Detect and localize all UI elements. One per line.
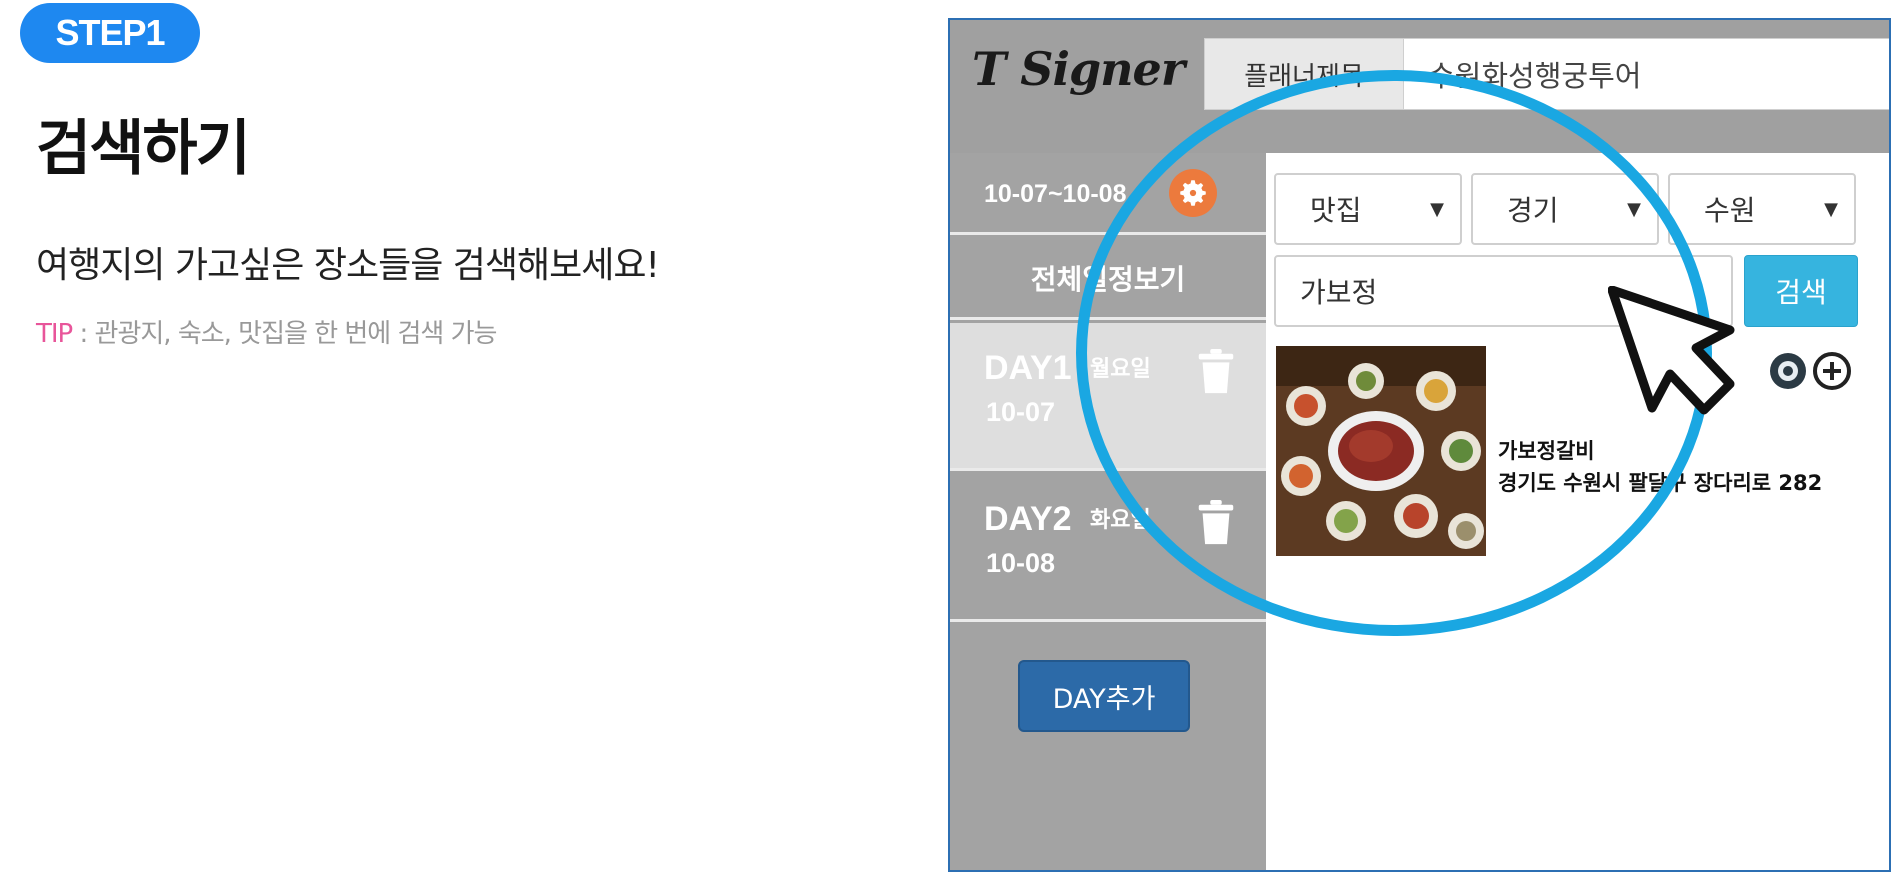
trash-icon[interactable] <box>1196 500 1236 546</box>
search-input[interactable]: 가보정 <box>1274 255 1733 327</box>
day-date: 10-07 <box>986 397 1056 427</box>
step-description: 여행지의 가고싶은 장소들을 검색해보세요! <box>36 245 660 286</box>
result-name[interactable]: 가보정갈비 <box>1498 435 1595 465</box>
tip-label: TIP <box>36 319 73 349</box>
date-range-row: 10-07~10-08 <box>950 153 1266 235</box>
step-title: 검색하기 <box>36 114 251 184</box>
planner-title-input[interactable]: 수원화성행궁투어 <box>1404 38 1889 110</box>
day-weekday: 월요일 <box>1090 357 1151 382</box>
day-name: DAY1 <box>984 349 1072 387</box>
app-window: T Signer 플래너제목 수원화성행궁투어 10-07~10-08 전체일정… <box>948 18 1891 872</box>
step-tip: TIP : 관광지, 숙소, 맛집을 한 번에 검색 가능 <box>36 313 497 350</box>
sidebar: 10-07~10-08 전체일정보기 DAY1 월요일 10-07 DAY2 화… <box>950 153 1266 870</box>
province-select[interactable]: 경기 ▼ <box>1471 173 1659 245</box>
chevron-down-icon: ▼ <box>1627 199 1641 220</box>
chevron-down-icon: ▼ <box>1430 199 1444 220</box>
search-panel: 맛집 ▼ 경기 ▼ 수원 ▼ 가보정 검색 가보정갈비 경기도 수원시 팔달구 … <box>1266 153 1889 870</box>
search-button[interactable]: 검색 <box>1744 255 1858 327</box>
city-select-value: 수원 <box>1704 194 1756 227</box>
food-photo-icon <box>1276 346 1486 556</box>
view-all-schedule-button[interactable]: 전체일정보기 <box>950 238 1266 320</box>
day-name: DAY2 <box>984 500 1072 538</box>
step-badge: STEP1 <box>20 3 200 63</box>
planner-title-label: 플래너제목 <box>1204 38 1404 110</box>
result-thumbnail[interactable] <box>1276 346 1486 556</box>
add-day-button[interactable]: DAY추가 <box>1018 660 1190 732</box>
add-circle-icon[interactable] <box>1812 351 1852 391</box>
gear-icon[interactable] <box>1169 169 1217 217</box>
day-date: 10-08 <box>986 548 1056 578</box>
category-select[interactable]: 맛집 ▼ <box>1274 173 1462 245</box>
category-select-value: 맛집 <box>1310 194 1362 227</box>
province-select-value: 경기 <box>1507 194 1559 227</box>
header-bar: T Signer 플래너제목 수원화성행궁투어 <box>950 20 1889 153</box>
app-logo: T Signer <box>972 42 1185 96</box>
sidebar-item-day1[interactable]: DAY1 월요일 10-07 <box>950 323 1266 471</box>
date-range: 10-07~10-08 <box>984 180 1127 208</box>
chevron-down-icon: ▼ <box>1824 199 1838 220</box>
sidebar-item-day2[interactable]: DAY2 화요일 10-08 <box>950 474 1266 622</box>
tip-text: : 관광지, 숙소, 맛집을 한 번에 검색 가능 <box>72 319 497 349</box>
view-icon[interactable] <box>1768 351 1808 391</box>
city-select[interactable]: 수원 ▼ <box>1668 173 1856 245</box>
trash-icon[interactable] <box>1196 349 1236 395</box>
day-weekday: 화요일 <box>1090 508 1151 533</box>
result-address: 경기도 수원시 팔달구 장다리로 282 <box>1498 471 1823 495</box>
